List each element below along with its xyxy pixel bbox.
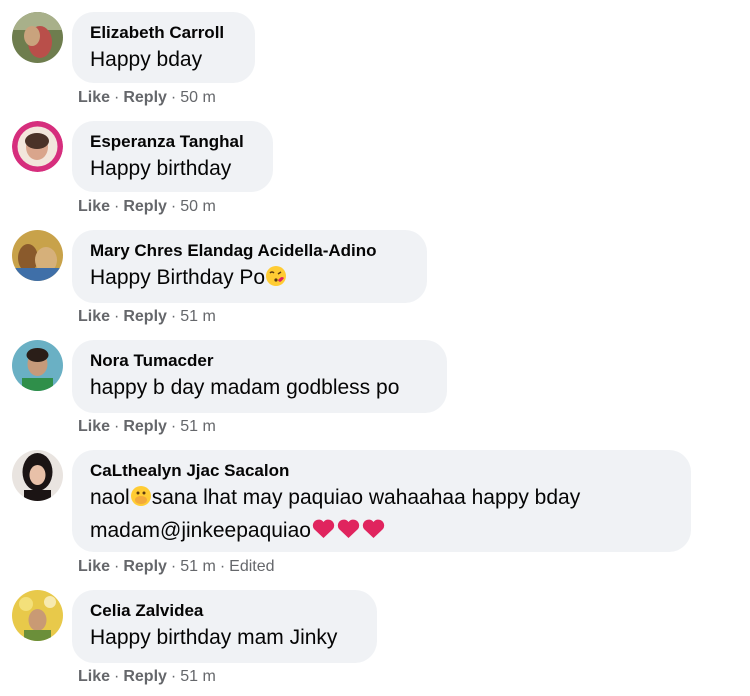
comment-timestamp[interactable]: 51 m xyxy=(180,418,216,435)
comment-bubble: CaLthealyn Jjac Sacalon naol sana lhat m… xyxy=(72,450,691,552)
reply-button[interactable]: Reply xyxy=(123,558,167,575)
comment-author[interactable]: CaLthealyn Jjac Sacalon xyxy=(90,460,673,481)
like-button[interactable]: Like xyxy=(78,558,110,575)
reply-button[interactable]: Reply xyxy=(123,89,167,106)
comment-actions: Like · Reply · 51 m xyxy=(78,418,216,435)
comment-text: Happy Birthday Po xyxy=(90,264,409,295)
comment-timestamp[interactable]: 51 m xyxy=(180,558,216,575)
avatar[interactable] xyxy=(12,12,63,63)
like-button[interactable]: Like xyxy=(78,308,110,325)
comment-text: happy b day madam godbless po xyxy=(90,376,400,399)
comment-actions: Like · Reply · 51 m xyxy=(78,308,216,325)
comment-actions: Like · Reply · 50 m xyxy=(78,89,216,106)
comment-actions: Like · Reply · 50 m xyxy=(78,198,216,215)
face-blowing-kiss-icon xyxy=(265,265,287,295)
like-button[interactable]: Like xyxy=(78,89,110,106)
red-heart-icon xyxy=(311,518,336,548)
face-covering-mouth-icon xyxy=(130,485,152,515)
avatar[interactable] xyxy=(12,590,63,641)
comment-text: Happy bday xyxy=(90,48,203,71)
avatar[interactable] xyxy=(12,230,63,281)
reply-button[interactable]: Reply xyxy=(123,668,167,685)
comment-author[interactable]: Esperanza Tanghal xyxy=(90,131,255,152)
comment-timestamp[interactable]: 51 m xyxy=(180,668,216,685)
comment-text-content: Happy Birthday Po xyxy=(90,266,266,289)
like-button[interactable]: Like xyxy=(78,418,110,435)
comment-bubble: Elizabeth Carroll Happy bday xyxy=(72,12,255,83)
comment-text-part: sana lhat may paquiao wahaahaa happy bda… xyxy=(151,486,581,509)
comment-actions: Like · Reply · 51 m · Edited xyxy=(78,558,275,575)
comment-text-line: madam@jinkeepaquiao xyxy=(90,517,673,548)
comment-timestamp[interactable]: 50 m xyxy=(180,89,216,106)
comment-bubble: Nora Tumacder happy b day madam godbless… xyxy=(72,340,447,413)
reply-button[interactable]: Reply xyxy=(123,308,167,325)
comment-bubble: Mary Chres Elandag Acidella-Adino Happy … xyxy=(72,230,427,303)
edited-label[interactable]: Edited xyxy=(229,558,274,575)
comment-timestamp[interactable]: 50 m xyxy=(180,198,216,215)
like-button[interactable]: Like xyxy=(78,198,110,215)
comment-text: Happy birthday mam Jinky xyxy=(90,626,338,649)
comment-text: naol sana lhat may paquiao wahaahaa happ… xyxy=(90,484,673,515)
red-heart-icon xyxy=(336,518,361,548)
comment-text-part: naol xyxy=(90,486,130,509)
avatar[interactable] xyxy=(12,121,63,172)
comment-author[interactable]: Celia Zalvidea xyxy=(90,600,359,621)
comment-bubble: Esperanza Tanghal Happy birthday xyxy=(72,121,273,192)
mention-link[interactable]: madam@jinkeepaquiao xyxy=(90,519,311,542)
reply-button[interactable]: Reply xyxy=(123,198,167,215)
comment-actions: Like · Reply · 51 m xyxy=(78,668,216,685)
comment-author[interactable]: Elizabeth Carroll xyxy=(90,22,237,43)
avatar[interactable] xyxy=(12,340,63,391)
comment-timestamp[interactable]: 51 m xyxy=(180,308,216,325)
avatar[interactable] xyxy=(12,450,63,501)
like-button[interactable]: Like xyxy=(78,668,110,685)
comment-author[interactable]: Nora Tumacder xyxy=(90,350,429,371)
comment-author[interactable]: Mary Chres Elandag Acidella-Adino xyxy=(90,240,409,261)
comment-bubble: Celia Zalvidea Happy birthday mam Jinky xyxy=(72,590,377,663)
comment-text: Happy birthday xyxy=(90,157,232,180)
red-heart-icon xyxy=(361,518,386,548)
reply-button[interactable]: Reply xyxy=(123,418,167,435)
